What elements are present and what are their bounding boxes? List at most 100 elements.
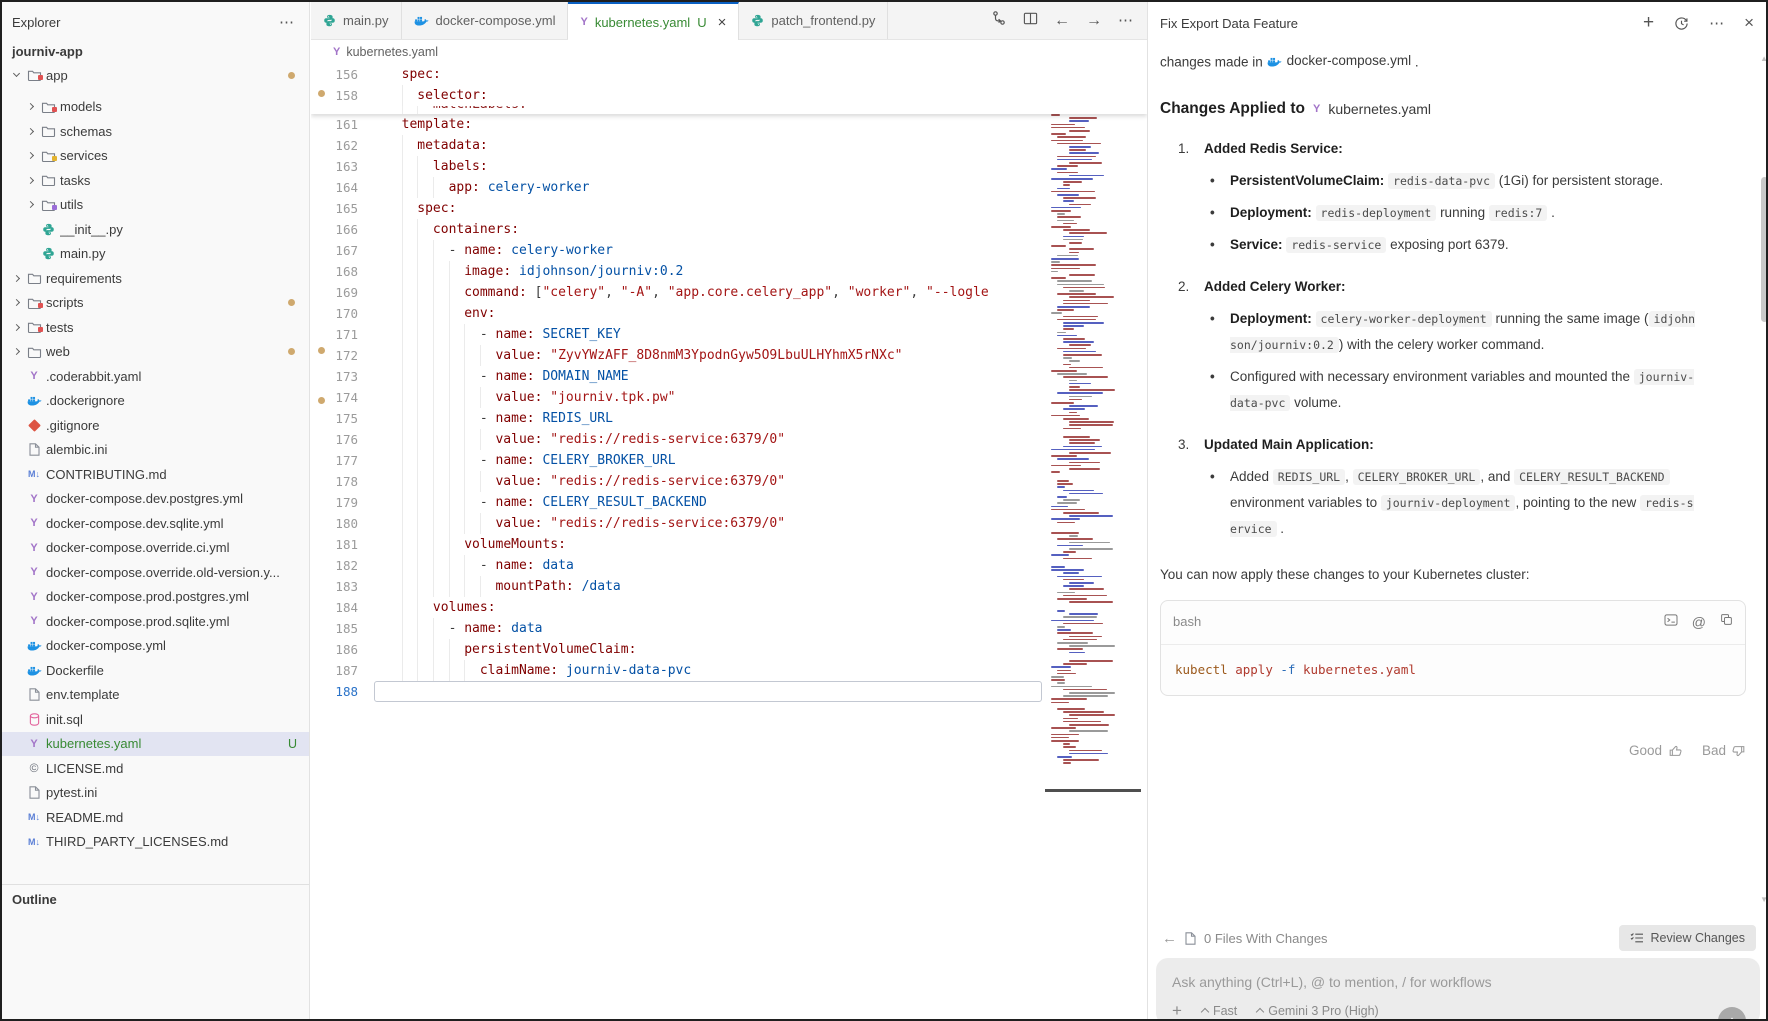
close-panel-icon[interactable]: × [1744,13,1754,33]
git-compare-button[interactable] [991,10,1007,31]
tree-item-tasks[interactable]: tasks [2,168,309,193]
tree-item-CONTRIBUTING.md[interactable]: M↓CONTRIBUTING.md [2,462,309,487]
project-root-label[interactable]: journiv-app [2,36,309,63]
tree-item-docker-compose.override.ci.yml[interactable]: Ydocker-compose.override.ci.yml [2,536,309,561]
review-changes-button[interactable]: Review Changes [1619,925,1757,951]
outline-section[interactable]: Outline [2,884,309,914]
folder-icon [24,321,44,333]
tree-item-.dockerignore[interactable]: .dockerignore [2,389,309,414]
code-block-content: kubectl apply -f kubernetes.yaml [1161,645,1745,695]
chat-input-placeholder: Ask anything (Ctrl+L), @ to mention, / f… [1172,974,1744,990]
code-editor[interactable]: 156spec:158selector:matchLabels: 161temp… [311,64,1147,1019]
tree-item-schemas[interactable]: schemas [2,119,309,144]
mode-selector[interactable]: Fast [1202,1004,1237,1018]
tree-item-app[interactable]: app [2,63,309,88]
run-in-terminal-button[interactable] [1664,609,1678,636]
tree-item-web[interactable]: web [2,340,309,365]
file-icon [1185,932,1196,945]
tree-item-docker-compose.override.old-version.y...[interactable]: Ydocker-compose.override.old-version.y..… [2,560,309,585]
arrow-left-button[interactable]: ← [1054,12,1070,30]
tab-docker-compose.yml[interactable]: docker-compose.yml [402,2,569,39]
tree-item-Dockerfile[interactable]: Dockerfile [2,658,309,683]
tree-item-scripts[interactable]: scripts [2,291,309,316]
yaml-icon: Y [30,370,37,382]
md-icon: M↓ [28,837,40,847]
code-language: bash [1173,609,1201,635]
file-reference[interactable]: docker-compose.yml [1267,48,1412,74]
yaml-icon: Y [580,16,587,28]
back-icon[interactable]: ← [1162,930,1177,947]
ellipsis-button[interactable]: ⋯ [1118,11,1133,30]
tree-item-docker-compose.prod.sqlite.yml[interactable]: Ydocker-compose.prod.sqlite.yml [2,609,309,634]
tab-patch_frontend.py[interactable]: patch_frontend.py [739,2,888,39]
folder-icon [38,101,58,113]
tab-kubernetes.yaml[interactable]: Ykubernetes.yamlU× [568,2,739,40]
tree-item-kubernetes.yaml[interactable]: Ykubernetes.yamlU [2,732,309,757]
tree-item-env.template[interactable]: env.template [2,683,309,708]
new-chat-icon[interactable]: + [1643,12,1654,34]
modified-dot-icon [288,348,295,355]
tree-item-services[interactable]: services [2,144,309,169]
tree-item-.gitignore[interactable]: .gitignore [2,413,309,438]
chat-input-box[interactable]: Ask anything (Ctrl+L), @ to mention, / f… [1156,958,1760,1021]
tree-item-requirements[interactable]: requirements [2,266,309,291]
tree-item-alembic.ini[interactable]: alembic.ini [2,438,309,463]
tree-item-models[interactable]: models [2,95,309,120]
tree-item-docker-compose.dev.postgres.yml[interactable]: Ydocker-compose.dev.postgres.yml [2,487,309,512]
copy-button[interactable] [1720,609,1733,636]
db-icon [29,713,40,726]
docker-icon [27,640,42,651]
code-line-167: 167- name: celery-worker [311,240,1147,261]
code-line-187: 187claimName: journiv-data-pvc [311,660,1147,681]
tree-item-tests[interactable]: tests [2,315,309,340]
inline-code: journiv-data-pvc [1230,369,1694,411]
code-line-170: 170env: [311,303,1147,324]
tree-item-docker-compose.dev.sqlite.yml[interactable]: Ydocker-compose.dev.sqlite.yml [2,511,309,536]
folder-icon [41,199,56,211]
yaml-icon: Y [30,738,37,750]
code-line-175: 175- name: REDIS_URL [311,408,1147,429]
tree-item-.coderabbit.yaml[interactable]: Y.coderabbit.yaml [2,364,309,389]
tree-item-__init__.py[interactable]: __init__.py [2,217,309,242]
tree-item-middleware[interactable]: middleware [2,88,309,95]
attach-icon[interactable]: + [1172,1001,1182,1021]
arrow-right-button[interactable]: → [1086,12,1102,30]
bad-button[interactable]: Bad [1702,738,1746,764]
close-tab-icon[interactable]: × [718,14,727,31]
tree-item-THIRD_PARTY_LICENSES.md[interactable]: M↓THIRD_PARTY_LICENSES.md [2,830,309,855]
code-line-182: 182- name: data [311,555,1147,576]
tree-item-utils[interactable]: utils [2,193,309,218]
editor-actions: ← → ⋯ [977,2,1147,39]
minimap[interactable] [1049,64,1123,774]
tree-item-init.sql[interactable]: init.sql [2,707,309,732]
folder-icon [38,174,58,186]
arrow-right-icon: → [1086,12,1102,30]
tree-item-docker-compose.yml[interactable]: docker-compose.yml [2,634,309,659]
tree-item-LICENSE.md[interactable]: ©LICENSE.md [2,756,309,781]
panel-scrollbar[interactable] [1761,177,1768,322]
model-selector[interactable]: Gemini 3 Pro (High) [1257,1004,1378,1018]
code-line-186: 186persistentVolumeClaim: [311,639,1147,660]
gutter-marker-icon [318,347,325,354]
chevron-right-icon [22,129,38,134]
code-line-174: 174value: "journiv.tpk.pw" [311,387,1147,408]
mention-button[interactable]: @ [1692,609,1706,636]
code-line-161: 161template: [311,114,1147,135]
good-button[interactable]: Good [1629,738,1682,764]
explorer-more-icon[interactable]: ⋯ [279,13,295,31]
scroll-up-icon[interactable]: ▲ [1760,54,1768,63]
panel-more-icon[interactable]: ⋯ [1709,14,1724,32]
history-icon[interactable] [1674,16,1689,31]
scroll-down-icon[interactable]: ▼ [1760,895,1768,904]
horizontal-scrollbar[interactable] [1045,789,1141,792]
chat-messages[interactable]: changes made in docker-compose.yml .Chan… [1148,44,1762,916]
tree-item-docker-compose.prod.postgres.yml[interactable]: Ydocker-compose.prod.postgres.yml [2,585,309,610]
breadcrumb[interactable]: Y kubernetes.yaml [311,40,1147,64]
code-line-185: 185- name: data [311,618,1147,639]
folder-icon [24,272,44,284]
tree-item-README.md[interactable]: M↓README.md [2,805,309,830]
tree-item-pytest.ini[interactable]: pytest.ini [2,781,309,806]
split-editor-button[interactable] [1023,11,1038,31]
tab-main.py[interactable]: main.py [311,2,402,39]
tree-item-main.py[interactable]: main.py [2,242,309,267]
